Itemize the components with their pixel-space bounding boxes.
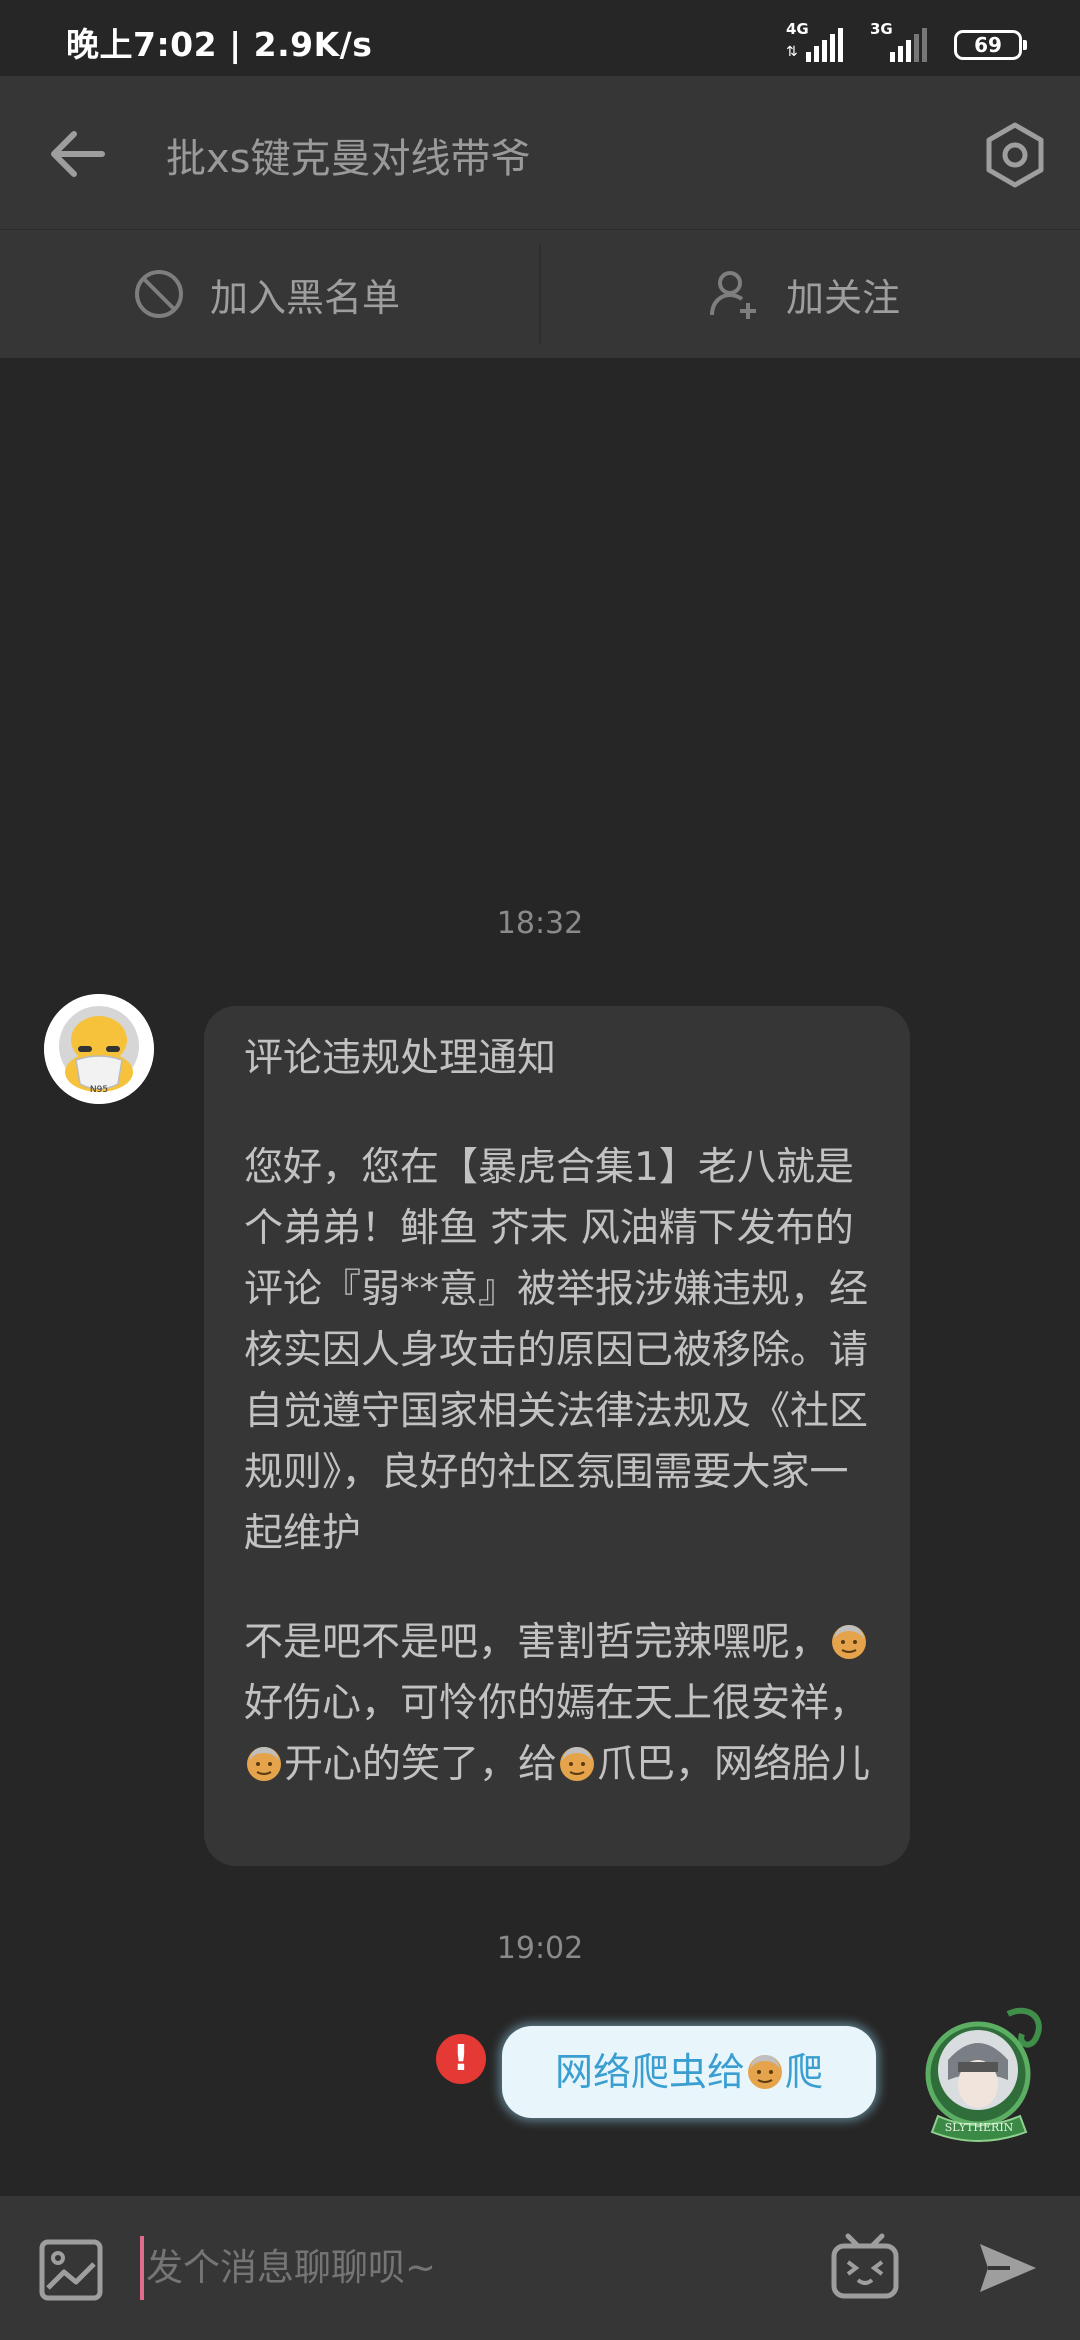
message-timestamp: 19:02 <box>496 1931 584 1966</box>
old-man-emoji-icon <box>832 1625 867 1659</box>
sender-avatar[interactable]: N95 <box>44 994 154 1104</box>
slytherin-badge-avatar-icon: SLYTHERIN <box>925 2007 1042 2142</box>
add-user-icon <box>710 271 756 319</box>
send-failed-icon[interactable]: ! <box>436 2034 486 2084</box>
old-man-emoji-icon <box>247 1747 281 1781</box>
top-bar: 批xs键克曼对线带爷 <box>0 76 1080 230</box>
reply-text: 不是吧不是吧，害割哲完辣嘿呢， 好伤心，可怜你的嫣在天上很安祥， 开心的笑了，给 爪巴… <box>244 1612 874 1795</box>
sent-part-1: 网络爬虫给 <box>554 2050 745 2094</box>
status-bar: 晚上7:02 | 2.9K/s 4G ⇅ 3G 69 <box>0 0 1080 76</box>
avatar-left-label: N95 <box>90 1085 108 1095</box>
sent-part-2: 爬 <box>785 2050 824 2094</box>
masked-face-avatar-icon: N95 <box>44 994 154 1104</box>
notice-title: 评论违规处理通知 <box>244 1036 557 1081</box>
my-avatar[interactable]: SLYTHERIN <box>908 2004 1050 2154</box>
message-input[interactable] <box>140 2236 780 2300</box>
emoji-button[interactable] <box>830 2232 900 2302</box>
battery-icon: 69 <box>954 30 1027 60</box>
image-picker-button[interactable] <box>38 2238 104 2302</box>
data-arrows-icon: ⇅ <box>786 44 798 60</box>
status-time: 晚上7:02 | 2.9K/s <box>66 25 373 64</box>
old-man-emoji-icon <box>560 1747 595 1781</box>
input-bar <box>0 2196 1080 2340</box>
page-title: 批xs键克曼对线带爷 <box>166 136 531 182</box>
settings-button[interactable] <box>980 120 1050 190</box>
block-icon <box>135 270 183 318</box>
reply-part-2: 好伤心，可怜你的嫣在天上很安祥， <box>244 1681 869 1726</box>
action-bar: 加入黑名单 加关注 <box>0 230 1080 358</box>
reply-part-4: 爪巴，网络胎儿 <box>597 1742 871 1787</box>
send-button[interactable] <box>976 2238 1040 2298</box>
image-icon <box>39 2239 103 2301</box>
blacklist-label: 加入黑名单 <box>210 275 401 320</box>
chat-screen: 晚上7:02 | 2.9K/s 4G ⇅ 3G 69 批xs键克曼对线带爷 加入… <box>0 0 1080 2340</box>
back-button[interactable] <box>40 116 116 192</box>
message-timestamp: 18:32 <box>496 906 584 941</box>
notice-body: 您好，您在【暴虎合集1】老八就是个弟弟！鲱鱼 芥末 风油精下发布的评论『弱**意… <box>244 1145 869 1556</box>
signal-3g-icon: 3G <box>870 20 930 64</box>
follow-button[interactable]: 加关注 <box>708 230 900 358</box>
reply-part-1: 不是吧不是吧，害割哲完辣嘿呢， <box>244 1620 830 1665</box>
avatar-right-label: SLYTHERIN <box>945 2121 1014 2134</box>
signal-4g-icon: 4G ⇅ <box>786 20 846 64</box>
arrow-left-icon <box>51 131 105 177</box>
sent-message-bubble[interactable]: 网络爬虫给爬 <box>502 2026 876 2118</box>
gear-icon <box>986 122 1044 188</box>
blacklist-button[interactable]: 加入黑名单 <box>132 230 400 358</box>
signal-indicators: 4G ⇅ 3G <box>786 20 930 64</box>
follow-label: 加关注 <box>786 275 901 320</box>
tv-emoji-icon <box>831 2233 899 2299</box>
received-message-bubble[interactable]: 评论违规处理通知 您好，您在【暴虎合集1】老八就是个弟弟！鲱鱼 芥末 风油精下发… <box>204 1006 910 1866</box>
send-icon <box>980 2244 1036 2292</box>
action-divider <box>539 244 541 344</box>
old-man-emoji-icon <box>748 2055 782 2089</box>
reply-part-3: 开心的笑了，给 <box>284 1742 558 1787</box>
